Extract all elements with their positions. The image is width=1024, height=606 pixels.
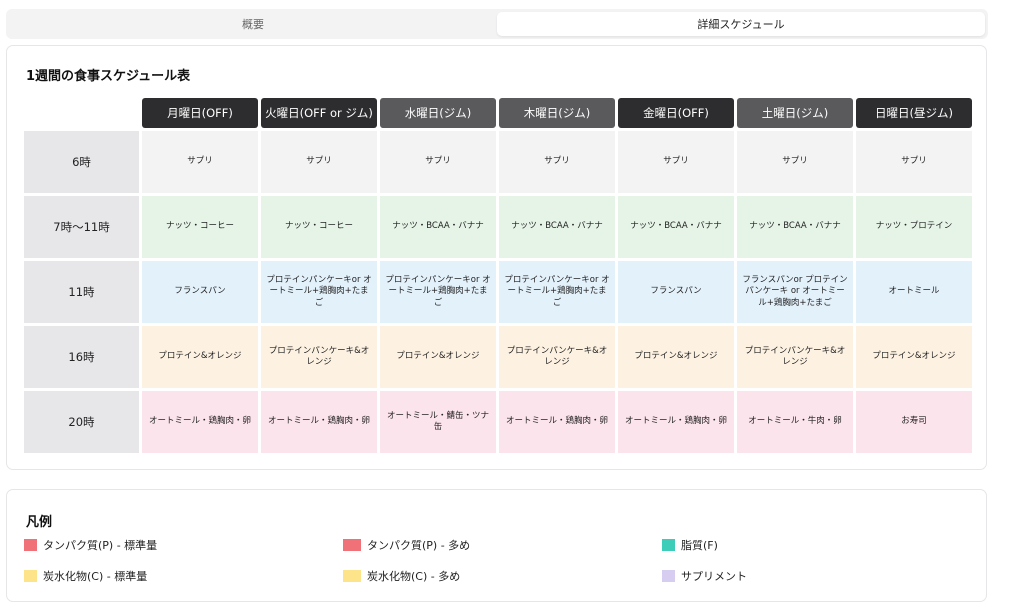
legend-label: 炭水化物(C) - 多め (367, 570, 461, 583)
meal-cell: オートミール・鯖缶・ツナ缶 (380, 391, 496, 453)
legend-swatch (662, 570, 675, 582)
meal-cell: サプリ (618, 131, 734, 193)
day-header-tue: 火曜日(OFF or ジム) (261, 98, 377, 128)
legend-label: サプリメント (681, 570, 747, 583)
meal-cell: サプリ (737, 131, 853, 193)
tab-bar: 概要 詳細スケジュール (6, 9, 988, 39)
legend-item-supplement: サプリメント (662, 568, 747, 584)
meal-cell: プロテインパンケーキor オートミール+鶏胸肉+たまご (499, 261, 615, 323)
legend-swatch (343, 570, 361, 582)
meal-cell: オートミール・鶏胸肉・卵 (618, 391, 734, 453)
legend-swatch (24, 570, 37, 582)
legend-swatch (24, 539, 37, 551)
time-label: 20時 (24, 391, 139, 453)
meal-cell: プロテインパンケーキ&オレンジ (737, 326, 853, 388)
legend-swatch (343, 539, 361, 551)
day-header-fri: 金曜日(OFF) (618, 98, 734, 128)
meal-cell: ナッツ・プロテイン (856, 196, 972, 258)
meal-cell: プロテインパンケーキ&オレンジ (499, 326, 615, 388)
meal-cell: オートミール・鶏胸肉・卵 (261, 391, 377, 453)
meal-cell: プロテインパンケーキor オートミール+鶏胸肉+たまご (261, 261, 377, 323)
meal-cell: プロテインパンケーキor オートミール+鶏胸肉+たまご (380, 261, 496, 323)
meal-cell: ナッツ・コーヒー (142, 196, 258, 258)
meal-cell: オートミール・鶏胸肉・卵 (499, 391, 615, 453)
meal-cell: オートミール・鶏胸肉・卵 (142, 391, 258, 453)
meal-cell: サプリ (142, 131, 258, 193)
schedule-table: 月曜日(OFF) 火曜日(OFF or ジム) 水曜日(ジム) 木曜日(ジム) … (24, 98, 972, 453)
meal-cell: プロテインパンケーキ&オレンジ (261, 326, 377, 388)
legend-swatch (662, 539, 675, 551)
meal-cell: プロテイン&オレンジ (142, 326, 258, 388)
legend-label: 炭水化物(C) - 標準量 (43, 570, 148, 583)
legend-item-carbs-standard: 炭水化物(C) - 標準量 (24, 568, 147, 584)
meal-cell: サプリ (380, 131, 496, 193)
day-header-thu: 木曜日(ジム) (499, 98, 615, 128)
table-corner (24, 98, 139, 128)
meal-cell: フランスパンor プロテインパンケーキ or オートミール+鶏胸肉+たまご (737, 261, 853, 323)
meal-cell: ナッツ・BCAA・バナナ (380, 196, 496, 258)
meal-cell: サプリ (261, 131, 377, 193)
meal-cell: プロテイン&オレンジ (380, 326, 496, 388)
day-header-sat: 土曜日(ジム) (737, 98, 853, 128)
meal-cell: オートミール (856, 261, 972, 323)
schedule-title: 1週間の食事スケジュール表 (26, 69, 191, 84)
day-header-wed: 水曜日(ジム) (380, 98, 496, 128)
meal-cell: お寿司 (856, 391, 972, 453)
time-label: 7時〜11時 (24, 196, 139, 258)
meal-cell: オートミール・牛肉・卵 (737, 391, 853, 453)
legend-item-fat: 脂質(F) (662, 537, 718, 553)
day-header-sun: 日曜日(昼ジム) (856, 98, 972, 128)
time-label: 11時 (24, 261, 139, 323)
meal-cell: ナッツ・BCAA・バナナ (737, 196, 853, 258)
meal-cell: フランスパン (142, 261, 258, 323)
tab-overview[interactable]: 概要 (9, 12, 497, 36)
meal-cell: ナッツ・BCAA・バナナ (499, 196, 615, 258)
meal-cell: ナッツ・コーヒー (261, 196, 377, 258)
meal-cell: フランスパン (618, 261, 734, 323)
meal-cell: プロテイン&オレンジ (856, 326, 972, 388)
meal-cell: サプリ (856, 131, 972, 193)
time-label: 6時 (24, 131, 139, 193)
day-header-mon: 月曜日(OFF) (142, 98, 258, 128)
legend-label: タンパク質(P) - 多め (367, 539, 471, 552)
tab-detailed-schedule[interactable]: 詳細スケジュール (497, 12, 985, 36)
time-label: 16時 (24, 326, 139, 388)
meal-cell: ナッツ・BCAA・バナナ (618, 196, 734, 258)
legend-item-protein-extra: タンパク質(P) - 多め (343, 537, 470, 553)
legend-title: 凡例 (26, 515, 53, 530)
legend-item-protein-standard: タンパク質(P) - 標準量 (24, 537, 157, 553)
legend-item-carbs-extra: 炭水化物(C) - 多め (343, 568, 460, 584)
meal-cell: プロテイン&オレンジ (618, 326, 734, 388)
legend-label: 脂質(F) (681, 539, 718, 552)
schedule-card: 1週間の食事スケジュール表 月曜日(OFF) 火曜日(OFF or ジム) 水曜… (6, 45, 987, 470)
legend-card: 凡例 タンパク質(P) - 標準量 タンパク質(P) - 多め 脂質(F) 炭水… (6, 489, 987, 602)
legend-label: タンパク質(P) - 標準量 (43, 539, 158, 552)
meal-cell: サプリ (499, 131, 615, 193)
